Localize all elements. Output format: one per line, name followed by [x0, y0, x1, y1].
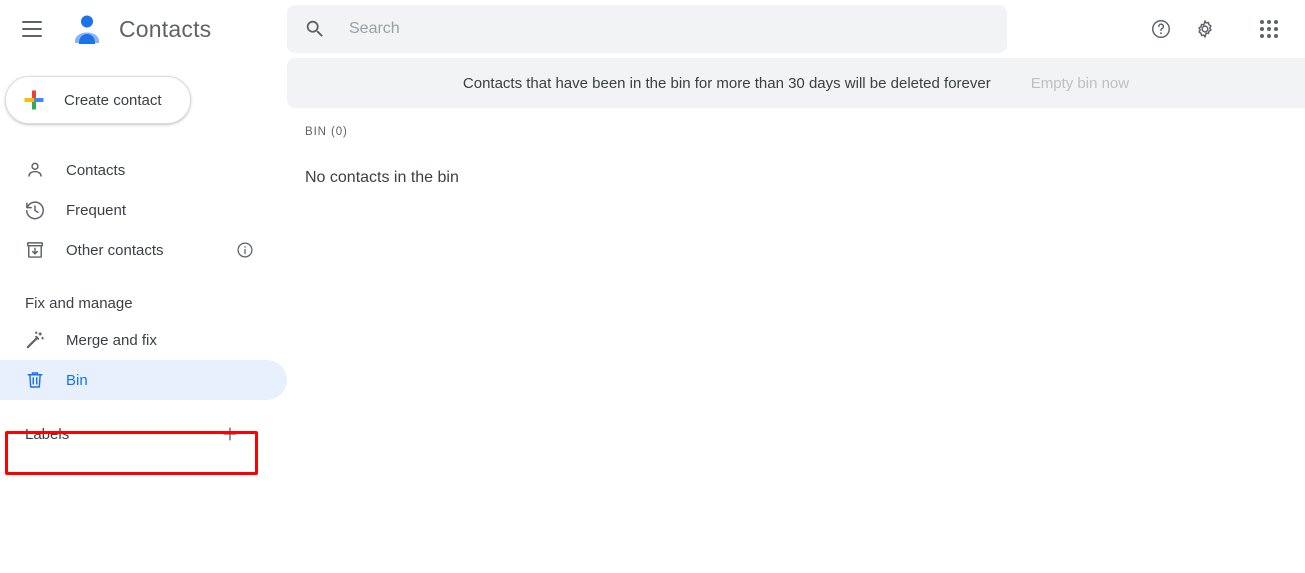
bin-retention-banner: Contacts that have been in the bin for m…	[287, 58, 1305, 108]
brand-logo-area[interactable]: Contacts	[69, 11, 211, 47]
info-circle-icon[interactable]	[236, 241, 254, 259]
magic-wand-icon	[24, 329, 46, 351]
labels-section: Labels	[0, 416, 287, 452]
archive-down-arrow-icon	[24, 239, 46, 261]
sidebar-item-bin-label: Bin	[66, 371, 88, 389]
banner-message: Contacts that have been in the bin for m…	[462, 74, 991, 92]
bin-list-header: BIN (0)	[305, 126, 348, 138]
help-circle-icon[interactable]	[1139, 7, 1183, 51]
gear-icon[interactable]	[1183, 7, 1227, 51]
google-plus-multicolor-icon	[21, 87, 47, 113]
person-icon	[24, 159, 46, 181]
sidebar-item-other-contacts[interactable]: Other contacts	[0, 230, 287, 270]
search-input[interactable]	[347, 9, 967, 49]
sidebar-nav: Contacts Frequent Other contacts Fix and…	[0, 150, 287, 475]
page-title: Contacts	[119, 15, 212, 42]
sidebar-item-contacts[interactable]: Contacts	[0, 150, 287, 190]
create-contact-button[interactable]: Create contact	[5, 76, 191, 124]
contacts-app: Contacts Search Create contact Contacts …	[0, 0, 1305, 573]
create-contact-label: Create contact	[64, 91, 162, 109]
history-clock-icon	[24, 199, 46, 221]
sidebar-item-other-contacts-label: Other contacts	[66, 241, 164, 259]
sidebar-item-frequent-label: Frequent	[66, 201, 127, 219]
search-bar[interactable]	[287, 5, 1007, 53]
main-content: Contacts that have been in the bin for m…	[287, 58, 1305, 573]
sidebar-item-frequent[interactable]: Frequent	[0, 190, 287, 230]
header-actions	[1139, 0, 1297, 58]
empty-state-message: No contacts in the bin	[305, 169, 459, 186]
sidebar-item-merge-and-fix-label: Merge and fix	[66, 331, 157, 349]
search-icon	[304, 18, 326, 40]
app-header: Contacts	[0, 0, 1305, 58]
google-contacts-logo-icon	[69, 11, 105, 47]
trash-bin-icon	[24, 369, 46, 391]
plus-icon[interactable]	[220, 424, 240, 444]
labels-title: Labels	[25, 425, 70, 443]
sidebar: Create contact Contacts Frequent Other c…	[0, 58, 287, 573]
sidebar-item-merge-and-fix[interactable]: Merge and fix	[0, 320, 287, 360]
sidebar-section-fix-and-manage: Fix and manage	[25, 294, 133, 312]
apps-grid-icon[interactable]	[1247, 7, 1291, 51]
sidebar-item-bin[interactable]: Bin	[0, 360, 287, 400]
sidebar-item-contacts-label: Contacts	[66, 161, 126, 179]
empty-bin-now-button[interactable]: Empty bin now	[1031, 75, 1129, 92]
hamburger-menu-icon[interactable]	[22, 17, 46, 41]
